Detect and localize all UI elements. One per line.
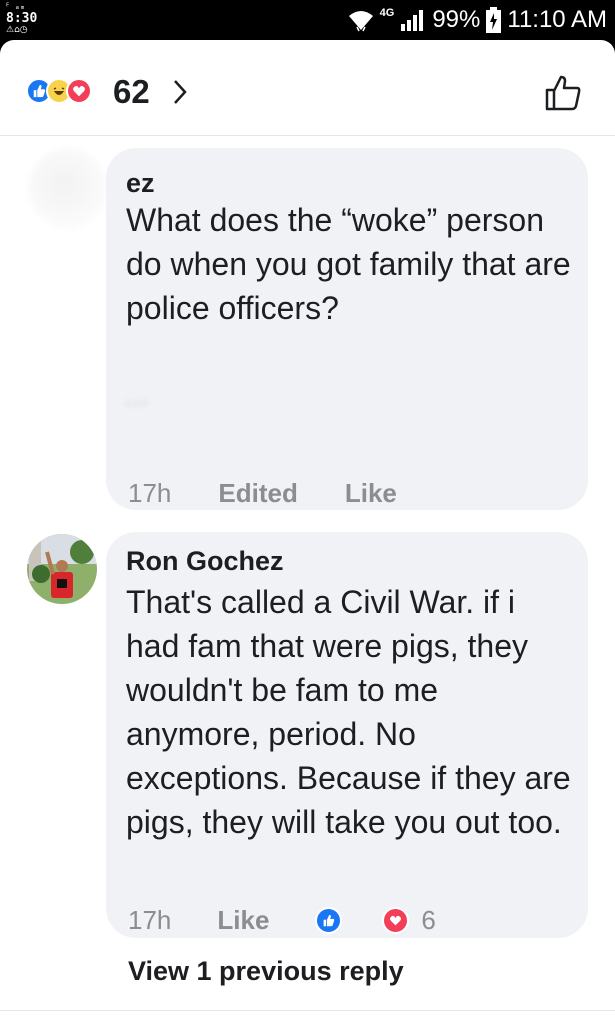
comment-text: What does the “woke” person do when you …	[126, 202, 571, 326]
like-button[interactable]: Like	[345, 478, 397, 509]
comment-author[interactable]: ez	[126, 168, 155, 199]
avatar-photo	[27, 534, 97, 604]
signal-icon	[401, 10, 424, 31]
status-right-icons: 4G 99% 11:10 AM	[348, 4, 607, 36]
commenter-avatar-blurred[interactable]	[28, 148, 108, 228]
comment-reaction-icons[interactable]	[315, 907, 410, 934]
like-thumb-icon[interactable]	[544, 74, 582, 112]
avatar[interactable]	[27, 534, 97, 604]
comment-actions: 17h Like 6	[128, 905, 436, 936]
comment-bubble[interactable]: ez What does the “woke” person do when y…	[106, 148, 588, 510]
comment-author[interactable]: Ron Gochez	[126, 546, 284, 577]
comment-reaction-count[interactable]: 6	[421, 905, 435, 936]
comment-text: That's called a Civil War. if i had fam …	[126, 584, 571, 840]
comment-text-blurred: ...	[124, 379, 150, 412]
status-small-clock: 8:30	[6, 11, 38, 26]
reaction-summary-bar[interactable]: 62	[0, 40, 615, 136]
comment-time[interactable]: 17h	[128, 478, 171, 509]
comment-bubble[interactable]: Ron Gochez That's called a Civil War. if…	[106, 532, 588, 938]
reaction-count[interactable]: 62	[113, 73, 150, 111]
comments-sheet: 62 ez What does the “woke” person do whe…	[0, 40, 615, 1024]
like-reaction-icon	[315, 907, 343, 934]
status-left-icons: ꟳ ₐₘ 8:30 ⚠⌂◷	[6, 3, 46, 37]
network-type: 4G	[379, 7, 395, 19]
wifi-icon	[348, 11, 373, 32]
comment-actions: 17h Edited Like	[128, 478, 397, 509]
status-time: 11:10 AM	[507, 6, 607, 33]
love-reaction-icon	[66, 78, 92, 104]
reaction-icons[interactable]	[26, 78, 92, 104]
love-reaction-icon	[382, 907, 410, 934]
status-bar: ꟳ ₐₘ 8:30 ⚠⌂◷ 4G 99% 11:10 AM	[0, 0, 615, 40]
battery-percent: 99%	[432, 6, 481, 33]
divider	[0, 1010, 615, 1011]
edited-label[interactable]: Edited	[218, 478, 297, 509]
status-small-icons: ⚠⌂◷	[6, 25, 28, 35]
like-button[interactable]: Like	[217, 905, 269, 936]
chevron-right-icon[interactable]	[170, 76, 190, 108]
comment-time[interactable]: 17h	[128, 905, 171, 936]
battery-icon	[486, 7, 502, 33]
view-previous-reply-link[interactable]: View 1 previous reply	[128, 956, 404, 987]
